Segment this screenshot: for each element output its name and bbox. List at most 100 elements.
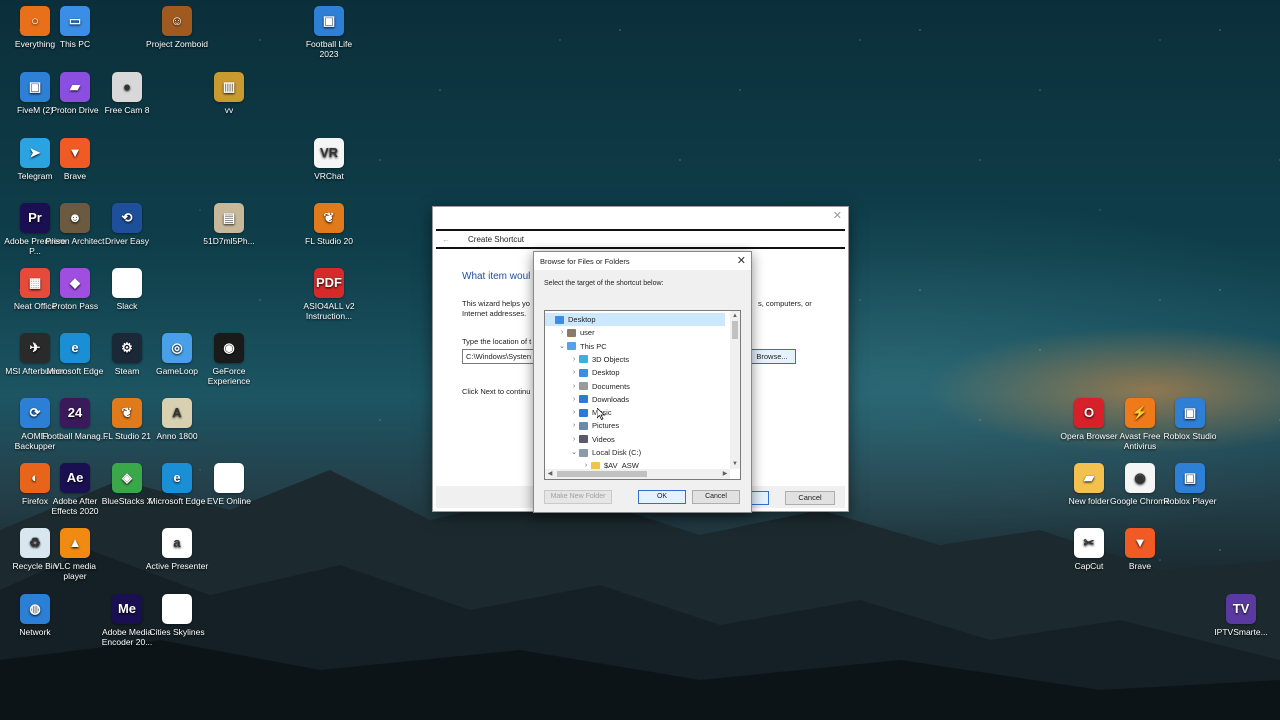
brave-icon: ▼ xyxy=(1125,528,1155,558)
protonpass-icon: ◆ xyxy=(60,268,90,298)
horizontal-scroll-thumb[interactable] xyxy=(557,471,647,477)
expand-chevron-icon[interactable]: › xyxy=(569,366,579,379)
scroll-right-icon[interactable]: ▶ xyxy=(720,469,730,479)
make-new-folder-button[interactable]: Make New Folder xyxy=(544,490,612,504)
wizard-titlebar[interactable]: ✕ xyxy=(433,207,848,227)
expand-chevron-icon[interactable]: ⌄ xyxy=(557,340,567,353)
desktop-shortcut-label: Brave xyxy=(1128,561,1152,571)
tree-item[interactable]: › Downloads xyxy=(545,393,725,406)
tree-item-label: Desktop xyxy=(592,368,620,378)
desktop-shortcut[interactable]: ▼ Brave xyxy=(1107,528,1173,571)
music-icon xyxy=(579,408,588,417)
tree-item[interactable]: Desktop xyxy=(545,313,725,326)
desktop-shortcut[interactable]: Slack xyxy=(94,268,160,311)
desktop-shortcut[interactable]: ▣ Football Life 2023 xyxy=(296,6,362,59)
wizard-cancel-button[interactable]: Cancel xyxy=(785,491,835,505)
desktop-shortcut[interactable]: ● Free Cam 8 xyxy=(94,72,160,115)
expand-chevron-icon[interactable]: › xyxy=(569,393,579,406)
browse-instruction: Select the target of the shortcut below: xyxy=(544,280,664,287)
download-icon xyxy=(579,395,588,404)
monitor-icon: ▭ xyxy=(60,6,90,36)
tree-item[interactable]: › user xyxy=(545,326,725,339)
tree-item[interactable]: › 3D Objects xyxy=(545,353,725,366)
tree-item[interactable]: ›Music xyxy=(545,406,725,419)
expand-chevron-icon[interactable]: › xyxy=(569,406,579,419)
expand-chevron-icon[interactable]: ⌄ xyxy=(569,446,579,459)
recorder-icon: ● xyxy=(112,72,142,102)
edge-icon: e xyxy=(162,463,192,493)
monitor-icon xyxy=(567,342,576,351)
desktop-shortcut[interactable]: ▣ Roblox Studio xyxy=(1157,398,1223,441)
gameloop-icon: ◎ xyxy=(162,333,192,363)
desktop-shortcut[interactable]: VR VRChat xyxy=(296,138,362,181)
expand-chevron-icon[interactable]: › xyxy=(569,380,579,393)
scroll-left-icon[interactable]: ◀ xyxy=(545,469,555,479)
tree-item[interactable]: › Documents xyxy=(545,380,725,393)
fm-icon: 24 xyxy=(60,398,90,428)
tree-item[interactable]: › Desktop xyxy=(545,366,725,379)
tree-horizontal-scrollbar[interactable]: ◀ ▶ xyxy=(545,469,730,479)
desktop-shortcut-label: IPTVSmarte... xyxy=(1214,627,1268,637)
avast-icon: ⚡ xyxy=(1125,398,1155,428)
desktop-shortcut[interactable]: EVE Online xyxy=(196,463,262,506)
flstudio-icon: ❦ xyxy=(314,203,344,233)
desktop-shortcut-label: Slack xyxy=(116,301,138,311)
folder-tree[interactable]: Desktop › user ⌄ This PC › 3D Objects › Desktop ›… xyxy=(544,310,741,480)
desktop-shortcut[interactable]: ▥ vv xyxy=(196,72,262,115)
browse-button[interactable]: Browse... xyxy=(748,349,796,364)
back-arrow-icon[interactable]: ← xyxy=(442,235,450,244)
chrome-icon: ◉ xyxy=(1125,463,1155,493)
nvidia-icon: ◉ xyxy=(214,333,244,363)
desktop-shortcut[interactable]: ▭ This PC xyxy=(42,6,108,49)
drive-icon xyxy=(579,448,588,457)
desktop-shortcut[interactable]: ❦ FL Studio 20 xyxy=(296,203,362,246)
desktop-shortcut[interactable]: TV IPTVSmarte... xyxy=(1208,594,1274,637)
desktop-shortcut-label: FL Studio 20 xyxy=(305,236,353,246)
tree-item-label: Documents xyxy=(592,381,630,391)
wizard-close-icon[interactable]: ✕ xyxy=(833,209,842,222)
desktop-shortcut[interactable]: ◉ GeForce Experience xyxy=(196,333,262,386)
desktop-shortcut[interactable]: ▣ Roblox Player xyxy=(1157,463,1223,506)
desktop-shortcut[interactable]: ▲ VLC media player xyxy=(42,528,108,581)
desktop-icon xyxy=(579,368,588,377)
wizard-description-right: s, computers, or xyxy=(758,299,812,308)
browse-close-icon[interactable]: ✕ xyxy=(737,254,746,267)
scroll-up-icon[interactable]: ▲ xyxy=(730,311,740,321)
desktop-shortcut[interactable]: ◍ Network xyxy=(2,594,68,637)
expand-chevron-icon[interactable]: › xyxy=(569,433,579,446)
zombie-icon: ☺ xyxy=(162,6,192,36)
scroll-down-icon[interactable]: ▼ xyxy=(730,459,740,469)
desktop-shortcut[interactable]: A Anno 1800 xyxy=(144,398,210,441)
browse-titlebar[interactable]: Browse for Files or Folders ✕ xyxy=(534,252,751,270)
prison-icon: ☻ xyxy=(60,203,90,233)
desktop-shortcut[interactable]: Cities Skylines xyxy=(144,594,210,637)
archive-icon: ▥ xyxy=(214,72,244,102)
desktop-shortcut-label: Anno 1800 xyxy=(156,431,198,441)
ok-button[interactable]: OK xyxy=(638,490,686,504)
anno-icon: A xyxy=(162,398,192,428)
expand-chevron-icon[interactable]: › xyxy=(569,353,579,366)
picture-icon xyxy=(579,421,588,430)
tree-item[interactable]: › Videos xyxy=(545,433,725,446)
tree-vertical-scrollbar[interactable]: ▲ ▼ xyxy=(730,311,740,469)
desktop-shortcut[interactable]: ▼ Brave xyxy=(42,138,108,181)
user-icon xyxy=(567,328,576,337)
vertical-scroll-thumb[interactable] xyxy=(732,321,738,339)
app-window-icon: ▣ xyxy=(1175,398,1205,428)
location-label: Type the location of t xyxy=(462,337,532,346)
browse-cancel-button[interactable]: Cancel xyxy=(692,490,740,504)
desktop-shortcut[interactable]: ⟲ Driver Easy xyxy=(94,203,160,246)
tree-item[interactable]: ⌄ Local Disk (C:) xyxy=(545,446,725,459)
tree-item[interactable]: › Pictures xyxy=(545,419,725,432)
expand-chevron-icon[interactable]: › xyxy=(557,326,567,339)
desktop-shortcut[interactable]: ▤ 51D7ml5Ph... xyxy=(196,203,262,246)
desktop-shortcut[interactable]: a Active Presenter xyxy=(144,528,210,571)
aftereffects-icon: Ae xyxy=(60,463,90,493)
desktop-shortcut[interactable]: ☺ Project Zomboid xyxy=(144,6,210,49)
video-icon xyxy=(579,435,588,444)
expand-chevron-icon[interactable]: › xyxy=(569,419,579,432)
tree-item[interactable]: ⌄ This PC xyxy=(545,340,725,353)
desktop-shortcut-label: Roblox Studio xyxy=(1163,431,1217,441)
desktop-icon xyxy=(555,315,564,324)
desktop-shortcut[interactable]: PDF ASIO4ALL v2 Instruction... xyxy=(296,268,362,321)
